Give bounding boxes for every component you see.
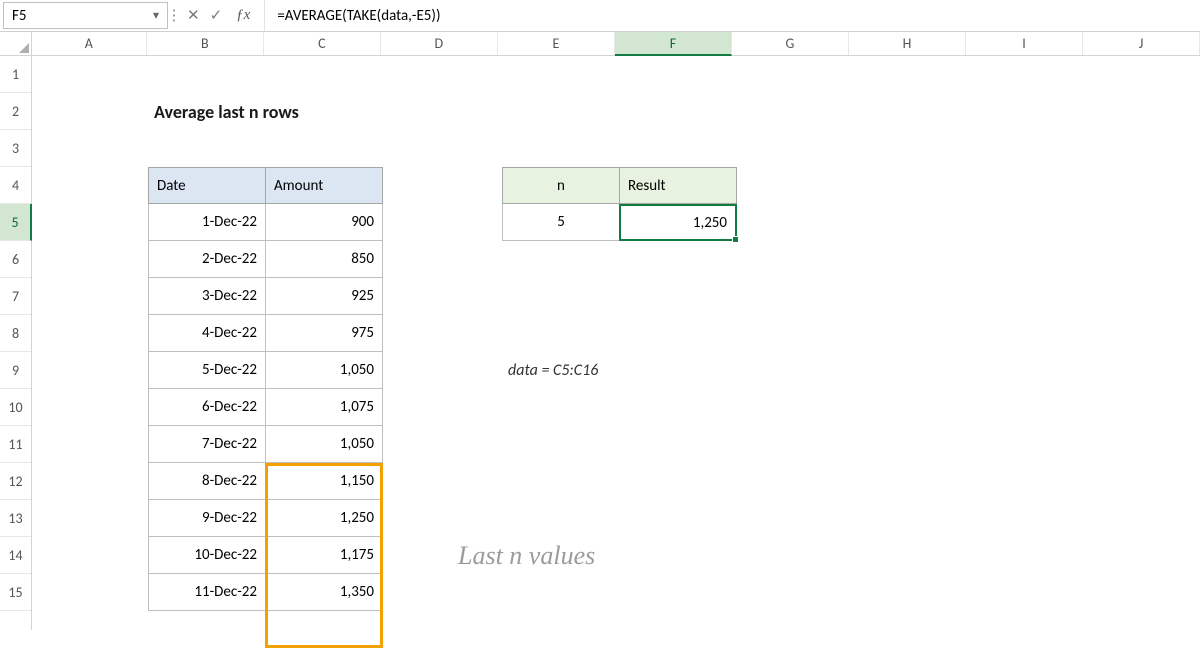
row-header-4[interactable]: 4: [0, 167, 31, 204]
col-header-F[interactable]: F: [615, 32, 732, 56]
row-header-9[interactable]: 9: [0, 352, 31, 389]
cell-date-1[interactable]: 1-Dec-22: [148, 204, 266, 241]
cells-area[interactable]: Average last n rows Date Amount 1-Dec-22…: [32, 56, 1200, 630]
cell-date-10[interactable]: 10-Dec-22: [148, 537, 266, 574]
cell-amount-9[interactable]: 1,250: [265, 500, 383, 537]
cell-amount-2[interactable]: 850: [265, 241, 383, 278]
cell-date-7[interactable]: 7-Dec-22: [148, 426, 266, 463]
cell-amount-3[interactable]: 925: [265, 278, 383, 315]
cell-date-8[interactable]: 8-Dec-22: [148, 463, 266, 500]
row-header-5[interactable]: 5: [0, 204, 32, 241]
fx-icon[interactable]: ƒx: [232, 7, 254, 24]
cell-date-2[interactable]: 2-Dec-22: [148, 241, 266, 278]
col-header-B[interactable]: B: [147, 32, 264, 55]
title-cell[interactable]: Average last n rows: [148, 93, 448, 130]
cell-amount-10[interactable]: 1,175: [265, 537, 383, 574]
formula-bar-buttons: ✕ ✓ ƒx: [177, 0, 265, 31]
col-header-H[interactable]: H: [849, 32, 966, 55]
row-header-15[interactable]: 15: [0, 574, 31, 611]
row-header-14[interactable]: 14: [0, 537, 31, 574]
col-header-C[interactable]: C: [264, 32, 381, 55]
cell-amount-4[interactable]: 975: [265, 315, 383, 352]
col-header-J[interactable]: J: [1083, 32, 1200, 55]
row-header-6[interactable]: 6: [0, 241, 31, 278]
cell-amount-1[interactable]: 900: [265, 204, 383, 241]
col-header-G[interactable]: G: [732, 32, 849, 55]
header-n[interactable]: n: [502, 167, 620, 204]
cell-date-4[interactable]: 4-Dec-22: [148, 315, 266, 352]
col-header-D[interactable]: D: [381, 32, 498, 55]
cell-n-value[interactable]: 5: [502, 204, 620, 241]
enter-icon[interactable]: ✓: [210, 6, 223, 25]
row-header-13[interactable]: 13: [0, 500, 31, 537]
cell-amount-11[interactable]: 1,350: [265, 574, 383, 611]
col-header-I[interactable]: I: [966, 32, 1083, 55]
name-box-value: F5: [12, 7, 27, 25]
col-header-E[interactable]: E: [498, 32, 615, 55]
name-box[interactable]: F5 ▾: [3, 2, 168, 29]
row-header-11[interactable]: 11: [0, 426, 31, 463]
cell-amount-5[interactable]: 1,050: [265, 352, 383, 389]
cell-amount-7[interactable]: 1,050: [265, 426, 383, 463]
formula-input[interactable]: =AVERAGE(TAKE(data,-E5)): [265, 0, 1200, 31]
row-header-10[interactable]: 10: [0, 389, 31, 426]
col-header-A[interactable]: A: [32, 32, 147, 55]
cell-amount-8[interactable]: 1,150: [265, 463, 383, 500]
note-data-definition: data = C5:C16: [502, 352, 732, 389]
header-result[interactable]: Result: [619, 167, 737, 204]
header-date[interactable]: Date: [148, 167, 266, 204]
fill-handle-icon[interactable]: [732, 236, 739, 243]
row-header-3[interactable]: 3: [0, 130, 31, 167]
cell-result-value[interactable]: 1,250: [619, 204, 737, 241]
formula-bar: F5 ▾ ⋮ ✕ ✓ ƒx =AVERAGE(TAKE(data,-E5)): [0, 0, 1200, 32]
row-header-2[interactable]: 2: [0, 93, 31, 130]
cell-date-3[interactable]: 3-Dec-22: [148, 278, 266, 315]
row-header-7[interactable]: 7: [0, 278, 31, 315]
row-header-12[interactable]: 12: [0, 463, 31, 500]
chevron-down-icon[interactable]: ▾: [153, 8, 159, 23]
row-header-1[interactable]: 1: [0, 56, 31, 93]
header-amount[interactable]: Amount: [265, 167, 383, 204]
cell-date-11[interactable]: 11-Dec-22: [148, 574, 266, 611]
row-header-8[interactable]: 8: [0, 315, 31, 352]
cell-date-9[interactable]: 9-Dec-22: [148, 500, 266, 537]
result-text: 1,250: [693, 214, 727, 232]
cancel-icon[interactable]: ✕: [187, 6, 200, 25]
select-all-corner[interactable]: [0, 32, 32, 55]
row-headers: 1 2 3 4 5 6 7 8 9 10 11 12 13 14 15: [0, 56, 32, 630]
cell-date-5[interactable]: 5-Dec-22: [148, 352, 266, 389]
cell-amount-6[interactable]: 1,075: [265, 389, 383, 426]
cell-date-6[interactable]: 6-Dec-22: [148, 389, 266, 426]
formula-text: =AVERAGE(TAKE(data,-E5)): [277, 7, 440, 25]
column-headers: A B C D E F G H I J: [0, 32, 1200, 56]
note-last-n-values: Last n values: [452, 531, 712, 581]
